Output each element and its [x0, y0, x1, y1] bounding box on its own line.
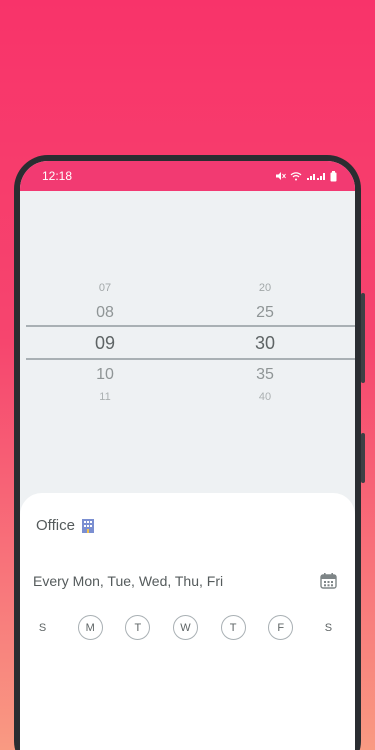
selection-line-top [26, 325, 355, 327]
repeat-summary: Every Mon, Tue, Wed, Thu, Fri [33, 572, 224, 589]
hour-option[interactable]: 11 [45, 391, 165, 403]
minute-option[interactable]: 25 [205, 304, 325, 322]
mute-icon [276, 172, 286, 180]
wifi-icon [290, 172, 302, 181]
day-toggle-monday[interactable]: M [77, 615, 103, 640]
selection-line-bottom [26, 358, 355, 360]
day-toggle-tuesday[interactable]: T [125, 615, 151, 640]
alarm-label-row[interactable]: Office [36, 517, 95, 534]
day-toggle-sunday[interactable]: S [30, 615, 55, 640]
office-building-icon [81, 519, 94, 533]
battery-icon [330, 170, 337, 181]
minute-option[interactable]: 40 [205, 391, 325, 403]
selected-minute[interactable]: 30 [205, 333, 325, 354]
day-toggle-wednesday[interactable]: W [172, 615, 198, 640]
minute-option[interactable]: 35 [205, 366, 325, 384]
hour-option[interactable]: 08 [45, 304, 165, 322]
day-toggle-friday[interactable]: F [268, 615, 294, 640]
selected-hour[interactable]: 09 [45, 333, 165, 354]
status-icons [275, 170, 337, 182]
volume-button [361, 293, 365, 383]
status-bar: 12:18 [20, 161, 355, 191]
alarm-label[interactable]: Office [36, 517, 75, 534]
day-toggle-thursday[interactable]: T [220, 615, 246, 640]
minute-option[interactable]: 20 [205, 282, 325, 294]
screen: 12:18 07 08 09 10 11 20 25 30 35 40 Offi… [20, 161, 355, 750]
calendar-icon[interactable] [320, 572, 337, 589]
status-time: 12:18 [42, 169, 73, 183]
day-toggle-saturday[interactable]: S [316, 615, 341, 640]
hour-option[interactable]: 10 [45, 366, 165, 384]
signal-icon [307, 173, 325, 180]
weekday-selector: S M T W T F S [30, 615, 341, 640]
alarm-details-sheet: Office Every Mon, Tue, Wed, Thu, Fri S M… [20, 493, 355, 750]
phone-frame: 12:18 07 08 09 10 11 20 25 30 35 40 Offi… [14, 155, 365, 750]
repeat-row[interactable]: Every Mon, Tue, Wed, Thu, Fri [33, 572, 337, 589]
power-button [361, 433, 365, 483]
hour-option[interactable]: 07 [45, 282, 165, 294]
time-picker[interactable]: 07 08 09 10 11 20 25 30 35 40 [20, 191, 355, 491]
